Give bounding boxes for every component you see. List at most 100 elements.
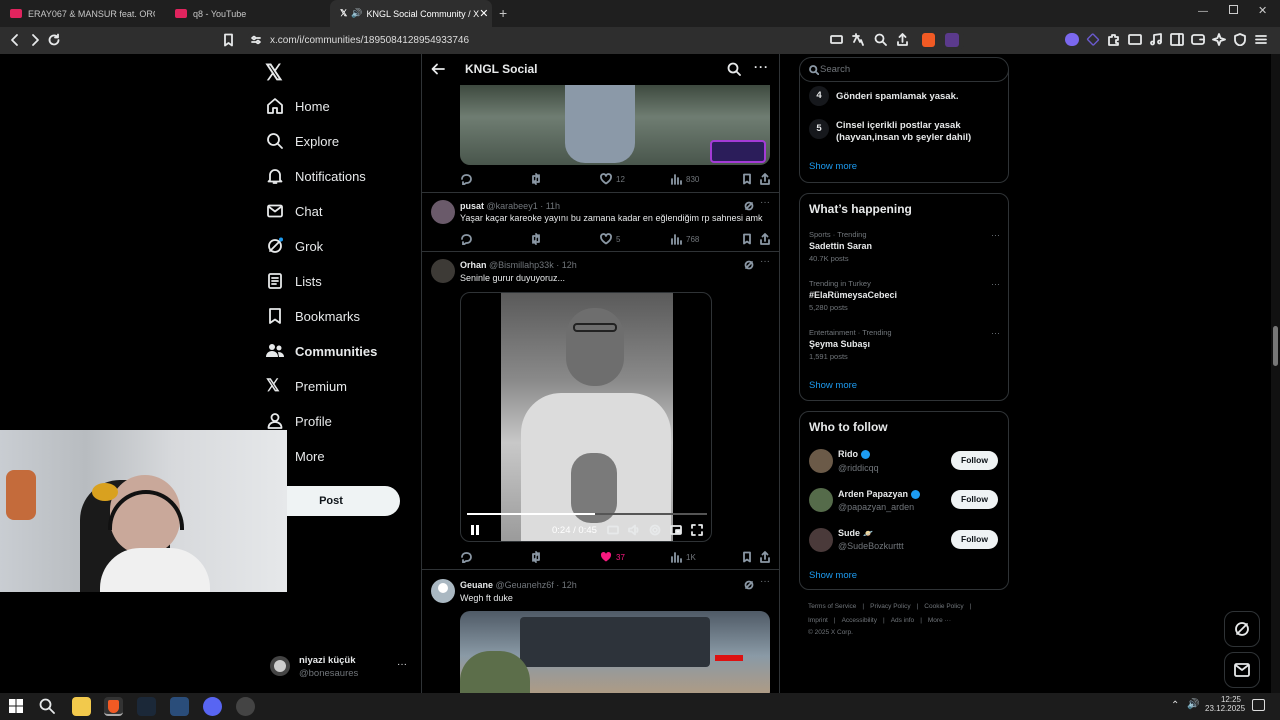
sidebar-item-bookmarks[interactable]: Bookmarks [266, 303, 360, 329]
brave-shield-icon[interactable] [922, 33, 935, 47]
extension-icon[interactable] [1065, 33, 1079, 46]
more-icon[interactable]: ··· [754, 60, 769, 74]
reply-button[interactable] [460, 173, 476, 185]
sidebar-item-lists[interactable]: Lists [266, 268, 322, 294]
brave-rewards-icon[interactable] [945, 33, 959, 47]
sidebar-item-notifications[interactable]: Notifications [266, 163, 366, 189]
follow-button[interactable]: Follow [951, 530, 998, 549]
trend-item[interactable]: Trending in Turkey #ElaRümeysaCebeci 5,2… [809, 279, 1004, 319]
account-more-icon[interactable]: ··· [397, 659, 407, 670]
tweet-more-icon[interactable]: ··· [760, 576, 770, 587]
reply-button[interactable] [460, 551, 476, 563]
tweet[interactable]: 12 830 [422, 85, 779, 193]
pause-icon[interactable] [469, 524, 481, 536]
captions-icon[interactable] [607, 524, 619, 536]
account-name[interactable]: niyazi küçük [299, 655, 356, 666]
restore-icon[interactable] [1229, 5, 1238, 14]
taskbar-clock[interactable]: 12:25 23.12.2025 [1205, 695, 1245, 713]
grok-float-button[interactable] [1224, 611, 1260, 647]
close-tab-icon[interactable]: ✕ [479, 7, 488, 20]
tweet-image[interactable] [460, 85, 770, 165]
search-icon[interactable] [727, 62, 741, 76]
translate-icon[interactable] [852, 33, 865, 46]
obs-icon[interactable] [236, 697, 255, 716]
back-icon[interactable] [8, 33, 22, 47]
fullscreen-icon[interactable] [691, 524, 703, 536]
footer-link[interactable]: Imprint [808, 617, 828, 624]
sidebar-item-communities[interactable]: Communities [266, 338, 377, 364]
browser-tab[interactable]: q8 - YouTube [165, 0, 330, 27]
wallet-icon[interactable] [1191, 33, 1205, 46]
trends-show-more-link[interactable]: Show more [809, 380, 857, 391]
forward-icon[interactable] [28, 33, 42, 47]
brave-browser-icon[interactable] [104, 697, 123, 716]
bookmark-icon[interactable] [741, 551, 753, 563]
extension-icon[interactable] [1086, 32, 1100, 47]
trend-more-icon[interactable]: ··· [991, 328, 1000, 338]
ai-sparkle-icon[interactable] [1212, 33, 1226, 46]
like-button[interactable]: 5 [600, 233, 620, 245]
grok-explain-icon[interactable] [744, 580, 754, 590]
retweet-button[interactable] [530, 173, 546, 185]
views-button[interactable]: 768 [670, 233, 699, 245]
follow-user-name[interactable]: Rido [838, 449, 870, 459]
steam-icon[interactable] [137, 697, 156, 716]
zoom-icon[interactable] [874, 33, 887, 46]
avatar[interactable] [431, 579, 455, 603]
rules-show-more-link[interactable]: Show more [809, 161, 857, 172]
volume-icon[interactable] [628, 524, 640, 536]
app-icon[interactable] [170, 697, 189, 716]
tweet-more-icon[interactable]: ··· [760, 256, 770, 267]
close-window-icon[interactable]: ✕ [1258, 4, 1267, 17]
footer-link[interactable]: Ads info [891, 617, 915, 624]
bookmark-page-icon[interactable] [222, 33, 235, 47]
volume-icon[interactable]: 🔊 [1187, 699, 1199, 710]
tweet[interactable]: pusat @karabeey1 · 11h ··· Yaşar kaçar k… [422, 193, 779, 252]
menu-icon[interactable] [1254, 33, 1268, 46]
footer-link[interactable]: More ··· [928, 617, 951, 624]
file-explorer-icon[interactable] [72, 697, 91, 716]
sidebar-item-premium[interactable]: 𝕏 Premium [266, 373, 347, 399]
trend-more-icon[interactable]: ··· [991, 230, 1000, 240]
scrollbar[interactable] [1271, 54, 1280, 693]
follow-user-name[interactable]: Sude 🪐 [838, 528, 873, 538]
tweet-author[interactable]: Geuane @Geuanehz6f · 12h [460, 580, 577, 590]
reload-icon[interactable] [47, 33, 61, 47]
wallet-icon[interactable] [1128, 33, 1142, 46]
avatar[interactable] [809, 488, 833, 512]
like-button-active[interactable]: 37 [600, 551, 625, 563]
minimize-icon[interactable]: — [1198, 6, 1208, 17]
avatar[interactable] [431, 259, 455, 283]
follow-user-name[interactable]: Arden Papazyan [838, 489, 921, 499]
retweet-button[interactable] [530, 551, 546, 563]
puzzle-icon[interactable] [1107, 33, 1121, 46]
footer-link[interactable]: Terms of Service [808, 603, 856, 610]
avatar[interactable] [431, 200, 455, 224]
bookmark-icon[interactable] [741, 233, 753, 245]
sidebar-toggle-icon[interactable] [1170, 33, 1184, 46]
discord-icon[interactable] [203, 697, 222, 716]
footer-link[interactable]: Privacy Policy [870, 603, 910, 610]
footer-link[interactable]: Cookie Policy [924, 603, 963, 610]
retweet-button[interactable] [530, 233, 546, 245]
share-icon[interactable] [759, 173, 771, 185]
tray-chevron-icon[interactable]: ⌃ [1171, 700, 1179, 711]
views-button[interactable]: 1K [670, 551, 696, 563]
views-button[interactable]: 830 [670, 173, 699, 185]
cast-icon[interactable] [830, 33, 843, 46]
pip-icon[interactable] [670, 524, 682, 536]
tweet-image[interactable] [460, 611, 770, 693]
search-icon[interactable] [39, 698, 55, 714]
sidebar-item-chat[interactable]: Chat [266, 198, 322, 224]
scrollbar-thumb[interactable] [1273, 326, 1278, 366]
notification-center-icon[interactable] [1252, 699, 1265, 711]
follow-show-more-link[interactable]: Show more [809, 570, 857, 581]
grok-explain-icon[interactable] [744, 260, 754, 270]
follow-button[interactable]: Follow [951, 451, 998, 470]
video-progress-track[interactable] [467, 513, 707, 515]
browser-tab-active[interactable]: 𝕏 🔊 KNGL Social Community / X ✕ [330, 0, 492, 27]
back-arrow-icon[interactable] [431, 62, 445, 76]
like-button[interactable]: 12 [600, 173, 625, 185]
messages-float-button[interactable] [1224, 652, 1260, 688]
sidebar-item-home[interactable]: Home [266, 93, 330, 119]
